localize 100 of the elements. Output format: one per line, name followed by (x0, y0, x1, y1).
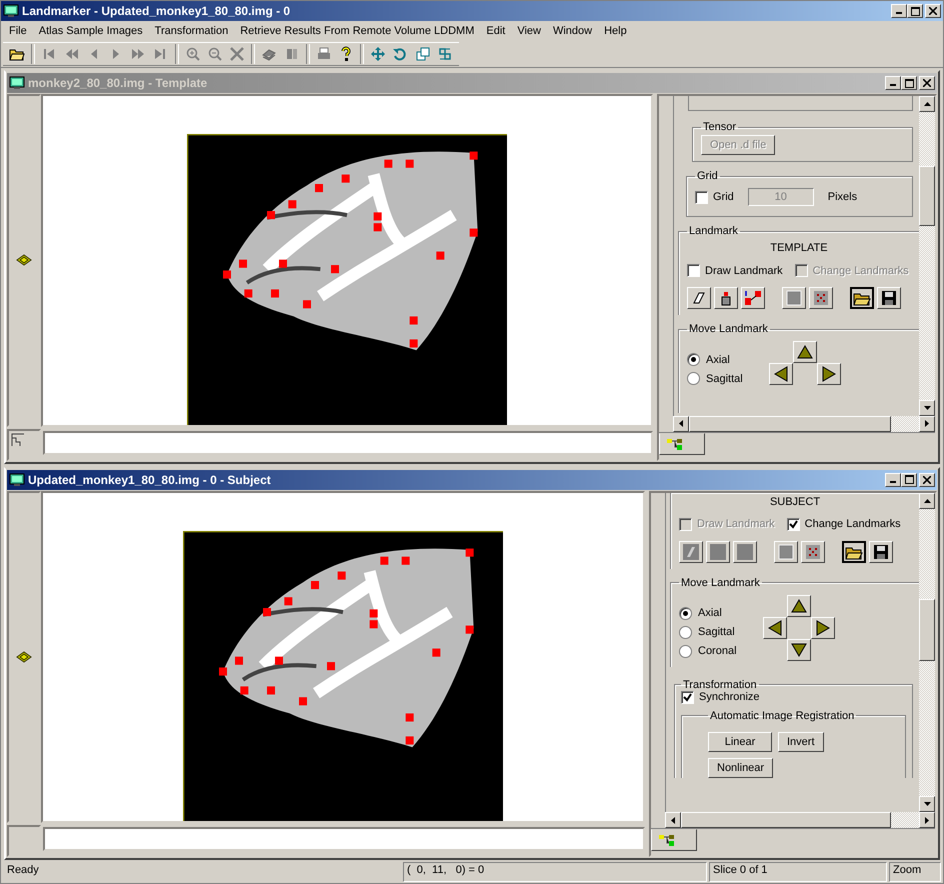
maximize-icon (904, 475, 914, 484)
coordinates-readout: ( 0, 11, 0) = 0 (403, 862, 707, 882)
staircase-icon (11, 432, 25, 446)
radio-button[interactable]: Axial (679, 606, 737, 620)
minimize-icon (890, 480, 896, 482)
eraser-button[interactable] (687, 287, 711, 309)
input-field[interactable] (43, 430, 653, 454)
radio-button[interactable]: Sagittal (679, 626, 737, 638)
menu-item[interactable]: Edit (480, 25, 512, 37)
down-arrow-icon (924, 802, 930, 806)
maximize-button[interactable] (907, 4, 923, 18)
layer-icon[interactable] (16, 650, 32, 663)
horizontal-scrollbar[interactable] (673, 416, 935, 432)
checkbox[interactable]: Draw Landmark (687, 264, 783, 277)
numbered-points-icon (736, 542, 754, 560)
synchronize-checkbox[interactable]: Synchronize (681, 690, 906, 704)
menu-item[interactable]: Transformation (148, 25, 234, 37)
unit-label: Pixels (828, 191, 858, 203)
right-triangle-icon (816, 620, 830, 636)
minimize-button[interactable] (885, 472, 901, 486)
left-arrow-button[interactable] (768, 363, 793, 385)
dotted-square-icon (812, 289, 830, 307)
maximize-icon (910, 6, 920, 16)
tree-icon (658, 833, 676, 847)
minimize-button[interactable] (891, 4, 907, 18)
close-icon (923, 476, 931, 484)
scroll-left-button[interactable] (665, 812, 681, 828)
scroll-down-button[interactable] (919, 796, 935, 812)
tree-icon (666, 436, 684, 450)
panel-heading: TEMPLATE (769, 242, 829, 254)
open-folder-button[interactable] (850, 287, 874, 309)
scroll-thumb[interactable] (919, 598, 935, 660)
menu-item[interactable]: View (511, 25, 547, 37)
group-label: Grid (696, 170, 719, 182)
registration-button[interactable]: Linear (708, 732, 772, 752)
radio-button[interactable]: Axial (687, 353, 743, 366)
registration-button[interactable]: Invert (778, 732, 824, 752)
tree-tab[interactable] (659, 432, 705, 454)
up-triangle-icon (790, 598, 807, 612)
scroll-up-button[interactable] (919, 96, 935, 112)
corner-box (7, 825, 41, 857)
check-icon (683, 692, 692, 702)
transform-icon (436, 46, 453, 62)
tree-tab[interactable] (651, 829, 697, 851)
right-arrow-button[interactable] (810, 616, 835, 638)
up-arrow-button[interactable] (786, 594, 811, 616)
menu-item[interactable]: Retrieve Results From Remote Volume LDDMM (234, 25, 480, 37)
menu-item[interactable]: File (3, 25, 33, 37)
point-button[interactable] (714, 287, 738, 309)
left-arrow-icon (679, 420, 683, 427)
radio-button[interactable]: Sagittal (687, 372, 743, 385)
layer-icon[interactable] (16, 254, 32, 266)
scroll-right-button[interactable] (919, 812, 935, 828)
minimize-icon (896, 12, 902, 14)
menu-item[interactable]: Help (598, 25, 633, 37)
left-arrow-button[interactable] (762, 616, 787, 638)
up-arrow-button[interactable] (792, 341, 817, 363)
vertical-scrollbar[interactable] (919, 492, 935, 812)
scroll-thumb[interactable] (681, 812, 891, 828)
group-label: Automatic Image Registration (709, 710, 856, 722)
horizontal-scrollbar[interactable] (665, 812, 935, 828)
fast-back-icon (64, 46, 80, 62)
menu-item[interactable]: Window (546, 25, 598, 37)
square-icon (785, 289, 803, 307)
registration-button[interactable]: Nonlinear (708, 758, 774, 778)
window-title: Updated_monkey1_80_80.img - 0 - Subject (28, 472, 271, 486)
eraser-icon (682, 542, 700, 560)
copy-icon (414, 46, 431, 62)
vertical-scrollbar[interactable] (919, 96, 935, 416)
right-arrow-icon (925, 420, 929, 427)
check-icon (788, 520, 798, 528)
left-triangle-icon (774, 366, 788, 382)
right-arrow-button[interactable] (816, 363, 841, 385)
checkbox[interactable]: Change Landmarks (786, 518, 901, 530)
save-button[interactable] (877, 287, 901, 309)
radio-button[interactable]: Coronal (679, 644, 737, 658)
scroll-left-button[interactable] (673, 416, 689, 432)
square-button[interactable] (782, 287, 806, 309)
numbered-points-icon (744, 289, 762, 307)
slice-readout: Slice 0 of 1 (709, 862, 887, 882)
scroll-thumb[interactable] (689, 416, 891, 432)
scroll-thumb[interactable] (919, 166, 935, 226)
scroll-up-button[interactable] (919, 492, 935, 508)
scroll-down-button[interactable] (919, 400, 935, 416)
numbered-points-button[interactable] (741, 287, 765, 309)
fast-forward-icon (130, 46, 146, 62)
move-icon (370, 46, 386, 62)
close-button[interactable] (919, 472, 935, 486)
menu-item[interactable]: Atlas Sample Images (32, 25, 149, 37)
minimize-icon (890, 84, 896, 86)
point-icon (709, 542, 727, 560)
scroll-right-button[interactable] (919, 416, 935, 432)
dotted-square-button[interactable] (809, 287, 833, 309)
zoom-in-icon (184, 46, 201, 62)
down-arrow-button[interactable] (786, 638, 811, 660)
maximize-button[interactable] (901, 472, 917, 486)
input-field[interactable] (43, 827, 645, 851)
save-icon (880, 289, 898, 307)
zoom-readout: Zoom (889, 862, 941, 882)
close-button[interactable] (925, 4, 941, 18)
